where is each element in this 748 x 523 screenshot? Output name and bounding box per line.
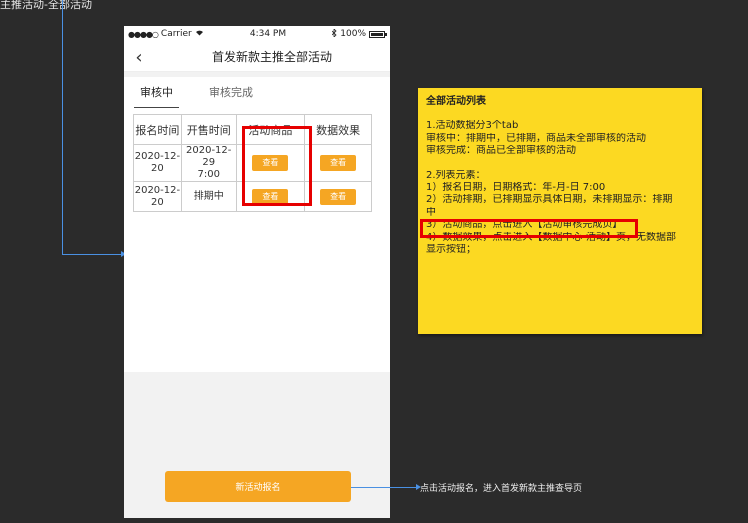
wifi-icon — [195, 29, 204, 39]
sticky-line: 审核中：排期中，已排期，商品未全部审核的活动 — [426, 132, 646, 144]
sticky-line: 审核完成：商品已全部审核的活动 — [426, 145, 576, 157]
sticky-line: 1）报名日期，日期格式：年-月-日 7:00 — [426, 182, 606, 194]
status-time: 4:34 PM — [249, 29, 287, 39]
sticky-line: 显示按钮； — [426, 244, 476, 256]
top-cut-label: 主推活动-全部活动 — [0, 0, 92, 11]
cell-data: 查看 — [304, 181, 372, 212]
header-data-effect: 数据效果 — [304, 114, 372, 145]
cell-data: 查看 — [304, 144, 372, 182]
tab-bar: 审核中 审核完成 — [124, 77, 390, 108]
cell-signup-time: 2020-12- 20 — [133, 144, 182, 182]
highlight-box-activity-product-note — [420, 219, 638, 238]
back-button[interactable]: ‹ — [130, 46, 148, 68]
cell-sale-time: 排期中 — [180, 181, 237, 212]
tab-review-complete[interactable]: 审核完成 — [205, 80, 257, 104]
connector-line-vertical — [62, 0, 63, 255]
new-activity-register-button[interactable]: 新活动报名 — [165, 471, 351, 502]
view-data-button[interactable]: 查看 — [320, 188, 357, 205]
annotation-register-note: 点击活动报名，进入首发新款主推查导页 — [420, 484, 583, 494]
cell-sale-time: 2020-12-29 7:00 — [180, 144, 237, 182]
status-bar: ●●●●○ Carrier 4:34 PM 100% — [124, 26, 390, 42]
view-data-button[interactable]: 查看 — [320, 155, 357, 171]
tab-under-review[interactable]: 审核中 — [134, 80, 179, 108]
highlight-box-product-column — [242, 126, 312, 206]
bluetooth-icon — [331, 27, 337, 40]
sticky-line: 2）活动排期，已排期显示具体日期，未排期显示：排期 — [426, 194, 673, 206]
header-sale-time: 开售时间 — [180, 114, 237, 145]
battery-fill — [371, 32, 383, 36]
sticky-line: 中 — [426, 206, 436, 218]
sticky-title: 全部活动列表 — [426, 96, 486, 107]
cell-signup-time: 2020-12- 20 — [133, 181, 182, 212]
connector-line-horizontal — [62, 251, 126, 257]
chevron-left-icon: ‹ — [135, 46, 143, 68]
carrier-label: Carrier — [160, 29, 192, 39]
header-signup-time: 报名时间 — [133, 114, 182, 145]
phone-screen: ●●●●○ Carrier 4:34 PM 100% ‹ 首发新款主推全部活动 … — [124, 26, 390, 518]
sticky-line: 2.列表元素： — [426, 169, 486, 181]
page-title: 首发新款主推全部活动 — [211, 50, 332, 64]
battery-percent: 100% — [340, 29, 366, 39]
nav-bar: ‹ 首发新款主推全部活动 — [124, 42, 390, 72]
arrow-connector — [351, 484, 421, 490]
sticky-line: 1.活动数据分3个tab — [426, 120, 519, 132]
battery-icon — [369, 30, 387, 38]
sticky-note: 全部活动列表 1.活动数据分3个tab 审核中：排期中，已排期，商品未全部审核的… — [418, 88, 702, 334]
signal-icon: ●●●●○ — [128, 29, 159, 39]
